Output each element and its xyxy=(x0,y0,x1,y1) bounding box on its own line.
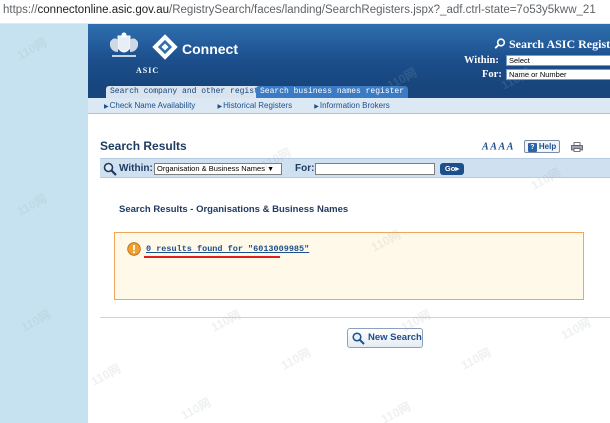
arrow-right-icon: ▸ xyxy=(455,164,460,173)
new-search-button[interactable]: New Search xyxy=(347,328,423,348)
go-label: Go xyxy=(444,164,456,173)
tab-search-business-names[interactable]: Search business names register xyxy=(256,86,409,98)
subnav-label: Check Name Availability xyxy=(109,101,196,110)
help-label: Help xyxy=(538,142,557,152)
help-button[interactable]: ? Help xyxy=(523,140,561,154)
no-results-notice: 0 results found for "6013009985" xyxy=(114,232,584,300)
url-host: connectonline.asic.gov.au xyxy=(37,4,170,16)
banner-for-input[interactable]: Name or Number xyxy=(506,69,610,80)
search-icon xyxy=(494,38,506,49)
chevron-down-icon: ▼ xyxy=(267,166,274,173)
watermark: 110网 xyxy=(178,395,214,423)
print-icon[interactable] xyxy=(570,141,583,152)
search-bar: Within: Organisation & Business Names ▼ … xyxy=(100,158,610,178)
subnav-check-name-availability[interactable]: ▶Check Name Availability xyxy=(104,101,205,110)
coat-of-arms-icon xyxy=(110,32,138,57)
search-registers-title: Search ASIC Registers xyxy=(494,37,610,52)
go-button[interactable]: Go▸ xyxy=(440,163,464,175)
watermark: 110网 xyxy=(88,361,124,389)
subnav-information-brokers[interactable]: ▶Information Brokers xyxy=(314,101,399,110)
asic-label: ASIC xyxy=(136,66,160,75)
arrow-right-icon: ▶ xyxy=(217,104,223,110)
banner-within-select[interactable]: Select xyxy=(506,55,610,66)
left-margin-panel xyxy=(0,24,88,423)
font-size-control[interactable]: A A A A xyxy=(482,141,513,152)
tab-search-company-registers[interactable]: Search company and other registers xyxy=(106,86,278,98)
new-search-label: New Search xyxy=(368,332,422,343)
subnav-label: Historical Registers xyxy=(223,101,293,110)
search-icon xyxy=(352,332,365,345)
arrow-right-icon: ▶ xyxy=(104,104,109,110)
arrow-right-icon: ▶ xyxy=(314,104,319,110)
page-title: Search Results xyxy=(100,139,187,153)
warning-icon xyxy=(127,242,141,256)
watermark: 110网 xyxy=(558,315,594,343)
within-select[interactable]: Organisation & Business Names ▼ xyxy=(154,163,282,175)
asic-banner: ASIC Connect Search ASIC Registers Withi… xyxy=(88,24,610,88)
connect-logo-icon xyxy=(152,34,178,60)
sub-navigation: ▶Check Name Availability ▶Historical Reg… xyxy=(88,98,610,114)
results-heading: Search Results - Organisations & Busines… xyxy=(119,204,349,215)
banner-within-label: Within: xyxy=(464,55,499,66)
for-label: For: xyxy=(295,163,315,174)
results-count-message: 0 results found for "6013009985" xyxy=(146,244,310,254)
watermark: 110网 xyxy=(278,345,314,373)
subnav-label: Information Brokers xyxy=(319,101,390,110)
question-icon: ? xyxy=(527,143,537,153)
for-input[interactable] xyxy=(315,163,435,175)
browser-url-bar[interactable]: https://connectonline.asic.gov.au/Regist… xyxy=(0,0,610,24)
url-path: /RegistrySearch/faces/landing/SearchRegi… xyxy=(169,4,596,16)
banner-for-label: For: xyxy=(482,69,502,80)
page-tools: A A A A ? Help xyxy=(482,138,583,154)
magnifier-icon xyxy=(103,162,117,176)
within-label: Within: xyxy=(119,163,153,174)
red-underline-annotation xyxy=(144,256,280,258)
url-prefix: https:// xyxy=(3,4,38,16)
watermark: 110网 xyxy=(458,345,494,373)
app-name: Connect xyxy=(182,41,238,57)
subnav-historical-registers[interactable]: ▶Historical Registers xyxy=(218,101,303,110)
watermark: 110网 xyxy=(378,399,414,423)
within-select-value: Organisation & Business Names xyxy=(157,164,265,173)
search-registers-label: Search ASIC Registers xyxy=(509,37,610,51)
